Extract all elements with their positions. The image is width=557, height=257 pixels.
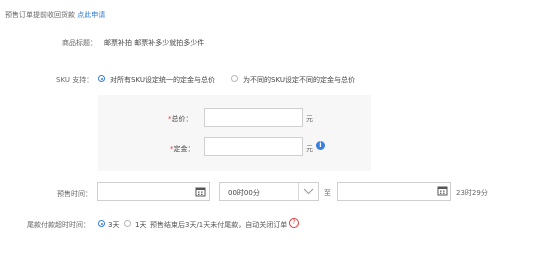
price-panel: [98, 95, 371, 171]
help-icon[interactable]: ?: [289, 218, 299, 228]
goods-title-value: 邮票补拍 邮票补多少就拍多少件: [104, 39, 205, 47]
final-payment-timeout-label: 尾款付款超时时间：: [27, 221, 90, 229]
deposit-input[interactable]: [204, 137, 303, 156]
sku-option-different-label[interactable]: 为不同的SKU设定不同的定金与总价: [243, 75, 355, 85]
total-price-label-text: 总价：: [171, 115, 193, 123]
apply-link[interactable]: 点此申请: [77, 11, 105, 19]
chevron-down-icon[interactable]: [303, 188, 314, 195]
timeout-note: 预售结束后3天/1天未付尾款，自动关闭订单: [150, 221, 288, 229]
presale-to-text: 至: [324, 189, 331, 197]
sku-support-label: SKU 支持：: [56, 76, 94, 84]
presale-end-date-input[interactable]: [337, 182, 451, 201]
presale-start-time-value: 00时00分: [228, 189, 260, 197]
total-price-unit: 元: [306, 115, 313, 123]
timeout-3day-radio[interactable]: [98, 220, 105, 227]
calendar-icon[interactable]: [437, 185, 448, 196]
header-text: 预售订单提前收回货款 点此申请: [5, 10, 105, 20]
header-label: 预售订单提前收回货款: [5, 11, 75, 19]
sku-option-different-radio[interactable]: [231, 75, 238, 82]
select-divider: [298, 183, 299, 200]
deposit-label-text: 定金：: [173, 145, 195, 153]
goods-title-label: 商品标题：: [62, 39, 97, 47]
deposit-unit: 元: [306, 145, 313, 153]
calendar-icon[interactable]: [195, 186, 206, 197]
timeout-1day-label[interactable]: 1天: [135, 220, 146, 230]
presale-end-time-text: 23时29分: [456, 189, 488, 197]
presale-start-date-input[interactable]: [97, 182, 210, 201]
sku-option-uniform-label[interactable]: 对所有SKU设定统一的定金与总价: [110, 75, 215, 85]
timeout-3day-label[interactable]: 3天: [108, 220, 119, 230]
deposit-label: *定金：: [170, 144, 195, 154]
sku-option-uniform-radio[interactable]: [98, 75, 105, 82]
total-price-input[interactable]: [204, 108, 303, 127]
timeout-1day-radio[interactable]: [124, 220, 131, 227]
info-icon[interactable]: i: [316, 141, 325, 150]
presale-time-label: 预售时间：: [57, 190, 92, 198]
total-price-label: *总价：: [168, 114, 193, 124]
